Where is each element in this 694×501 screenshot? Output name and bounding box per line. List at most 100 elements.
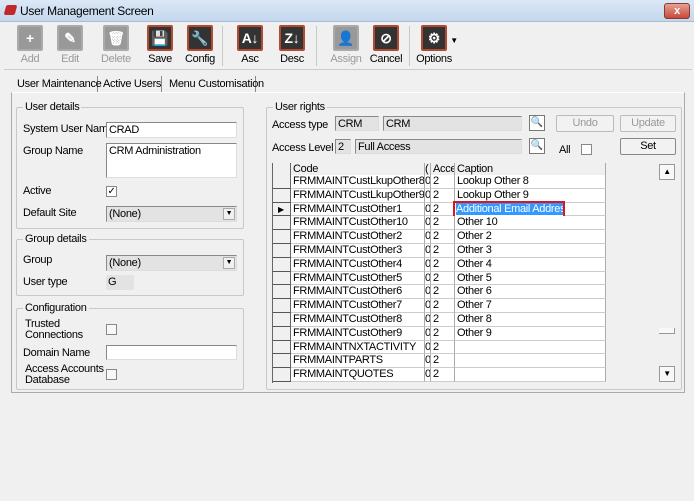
grid-cell[interactable]: 2 bbox=[431, 271, 455, 286]
table-row[interactable]: FRMMAINTCustOther2 0 2 Other 2 bbox=[273, 230, 607, 244]
grid-cell[interactable]: 2 bbox=[431, 244, 455, 258]
table-row[interactable]: FRMMAINTPARTS 0 2 bbox=[273, 354, 607, 369]
grid-cell[interactable]: FRMMAINTCustOther6 bbox=[291, 285, 425, 300]
access-level-lookup-icon[interactable]: 🔍 bbox=[529, 138, 545, 154]
grid-cell[interactable]: FRMMAINTCustLkupOther9 bbox=[291, 188, 425, 203]
assign-button[interactable]: 👤 Assign bbox=[326, 25, 366, 65]
grid-cell[interactable]: Other 8 bbox=[455, 313, 606, 327]
grid-cell[interactable]: FRMMAINTCustOther10 bbox=[291, 216, 425, 231]
grid-cell[interactable]: FRMMAINTPARTS bbox=[291, 354, 425, 369]
all-checkbox[interactable] bbox=[581, 144, 592, 155]
tab-active-users[interactable]: Active Users bbox=[100, 76, 162, 93]
table-row[interactable]: FRMMAINTCustOther4 0 2 Other 4 bbox=[273, 257, 607, 272]
grid-cell[interactable]: 2 bbox=[431, 285, 455, 300]
row-selector[interactable] bbox=[273, 244, 291, 258]
grid-cell[interactable]: FRMMAINTCustOther3 bbox=[291, 244, 425, 258]
grid-cell[interactable]: 2 bbox=[431, 202, 455, 217]
grid-cell[interactable] bbox=[455, 368, 606, 382]
table-row[interactable]: FRMMAINTCustOther8 0 2 Other 8 bbox=[273, 313, 607, 327]
grid-cell[interactable]: 2 bbox=[431, 257, 455, 272]
grid-cell[interactable]: Other 2 bbox=[455, 230, 606, 244]
row-selector[interactable] bbox=[273, 326, 291, 341]
desc-button[interactable]: Z↓ Desc bbox=[272, 25, 312, 65]
row-selector[interactable]: ▶ bbox=[273, 202, 291, 217]
grid-cell[interactable]: 2 bbox=[431, 299, 455, 313]
grid-cell[interactable]: FRMMAINTQUOTES bbox=[291, 368, 425, 382]
table-row[interactable]: FRMMAINTCustOther9 0 2 Other 9 bbox=[273, 326, 607, 341]
grid-cell[interactable]: Other 10 bbox=[455, 216, 606, 231]
update-button[interactable]: Update bbox=[620, 115, 676, 132]
scroll-down-icon[interactable]: ▼ bbox=[659, 366, 675, 382]
grid-scrollbar[interactable]: ▲ ▼ bbox=[658, 163, 677, 383]
row-selector[interactable] bbox=[273, 299, 291, 313]
grid-cell[interactable]: 2 bbox=[431, 216, 455, 231]
config-button[interactable]: 🔧 Config bbox=[180, 25, 220, 65]
grid-cell[interactable]: 2 bbox=[431, 368, 455, 382]
grid-cell[interactable]: FRMMAINTCustOther4 bbox=[291, 257, 425, 272]
grid-cell[interactable]: Other 3 bbox=[455, 244, 606, 258]
grid-cell[interactable]: 2 bbox=[431, 340, 455, 355]
row-selector[interactable] bbox=[273, 271, 291, 286]
cancel-button[interactable]: ⊘ Cancel bbox=[366, 25, 406, 65]
access-accounts-db-checkbox[interactable] bbox=[106, 369, 117, 380]
options-button[interactable]: ⚙ Options bbox=[414, 25, 454, 65]
row-selector[interactable] bbox=[273, 354, 291, 369]
table-row[interactable]: FRMMAINTCustLkupOther8 0 2 Lookup Other 8 bbox=[273, 175, 607, 189]
tab-menu-customisation[interactable]: Menu Customisation bbox=[166, 76, 264, 93]
grid-cell[interactable]: 2 bbox=[431, 354, 455, 369]
active-checkbox[interactable]: ✓ bbox=[106, 186, 117, 197]
grid-cell[interactable]: FRMMAINTCustOther7 bbox=[291, 299, 425, 313]
table-row[interactable]: FRMMAINTQUOTES 0 2 bbox=[273, 368, 607, 382]
grid-cell[interactable]: FRMMAINTCustOther2 bbox=[291, 230, 425, 244]
grid-cell[interactable]: Additional Email Address bbox=[453, 200, 606, 218]
set-button[interactable]: Set bbox=[620, 138, 676, 155]
grid-cell[interactable]: FRMMAINTCustOther5 bbox=[291, 271, 425, 286]
caption-edit-input[interactable]: Additional Email Address bbox=[453, 200, 565, 218]
row-selector[interactable] bbox=[273, 257, 291, 272]
edit-button[interactable]: ✎ Edit bbox=[50, 25, 90, 65]
save-button[interactable]: 💾 Save bbox=[140, 25, 180, 65]
grid-cell[interactable]: 2 bbox=[431, 188, 455, 203]
grid-cell[interactable]: Other 4 bbox=[455, 257, 606, 272]
table-row[interactable]: FRMMAINTCustOther10 0 2 Other 10 bbox=[273, 216, 607, 231]
add-button[interactable]: + Add bbox=[10, 25, 50, 65]
grid-cell[interactable]: FRMMAINTCustOther1 bbox=[291, 202, 425, 217]
table-row[interactable]: FRMMAINTCustOther7 0 2 Other 7 bbox=[273, 299, 607, 313]
default-site-select[interactable]: (None) ▼ bbox=[106, 206, 237, 222]
row-selector[interactable] bbox=[273, 216, 291, 231]
row-selector[interactable] bbox=[273, 188, 291, 203]
group-name-input[interactable]: CRM Administration bbox=[106, 143, 237, 178]
delete-button[interactable]: 🗑 Delete bbox=[96, 25, 136, 65]
chevron-down-icon[interactable]: ▼ bbox=[223, 208, 235, 220]
close-button[interactable]: x bbox=[664, 3, 690, 19]
grid-cell[interactable] bbox=[455, 354, 606, 369]
access-type-lookup-icon[interactable]: 🔍 bbox=[529, 115, 545, 131]
row-selector[interactable] bbox=[273, 313, 291, 327]
grid-cell[interactable]: Other 5 bbox=[455, 271, 606, 286]
options-dropdown-icon[interactable]: ▼ bbox=[448, 36, 460, 45]
grid-cell[interactable]: 2 bbox=[431, 175, 455, 189]
row-selector[interactable] bbox=[273, 285, 291, 300]
system-user-name-input[interactable]: CRAD bbox=[106, 122, 237, 138]
grid-cell[interactable]: FRMMAINTCustLkupOther8 bbox=[291, 175, 425, 189]
asc-button[interactable]: A↓ Asc bbox=[230, 25, 270, 65]
row-selector[interactable] bbox=[273, 175, 291, 189]
row-selector[interactable] bbox=[273, 340, 291, 355]
grid-cell[interactable]: Other 7 bbox=[455, 299, 606, 313]
tab-user-maintenance[interactable]: User Maintenance bbox=[14, 76, 102, 93]
grid-cell[interactable]: Other 6 bbox=[455, 285, 606, 300]
row-selector[interactable] bbox=[273, 230, 291, 244]
grid-cell[interactable]: Lookup Other 8 bbox=[455, 175, 606, 189]
table-row[interactable]: FRMMAINTCustOther5 0 2 Other 5 bbox=[273, 271, 607, 286]
scroll-up-icon[interactable]: ▲ bbox=[659, 164, 675, 180]
scroll-thumb[interactable] bbox=[659, 328, 675, 334]
grid-cell[interactable] bbox=[455, 340, 606, 355]
table-row[interactable]: FRMMAINTNXTACTIVITY 0 2 bbox=[273, 340, 607, 355]
rights-grid[interactable]: Code(Acce Caption FRMMAINTCustLkupOther8 0 2… bbox=[272, 163, 656, 383]
row-selector[interactable] bbox=[273, 368, 291, 382]
table-row[interactable]: FRMMAINTCustOther3 0 2 Other 3 bbox=[273, 244, 607, 258]
grid-cell[interactable]: 2 bbox=[431, 230, 455, 244]
table-row[interactable]: ▶ FRMMAINTCustOther1 0 2 Additional Email Ad… bbox=[273, 200, 607, 218]
grid-cell[interactable]: 2 bbox=[431, 313, 455, 327]
chevron-down-icon[interactable]: ▼ bbox=[223, 257, 235, 269]
